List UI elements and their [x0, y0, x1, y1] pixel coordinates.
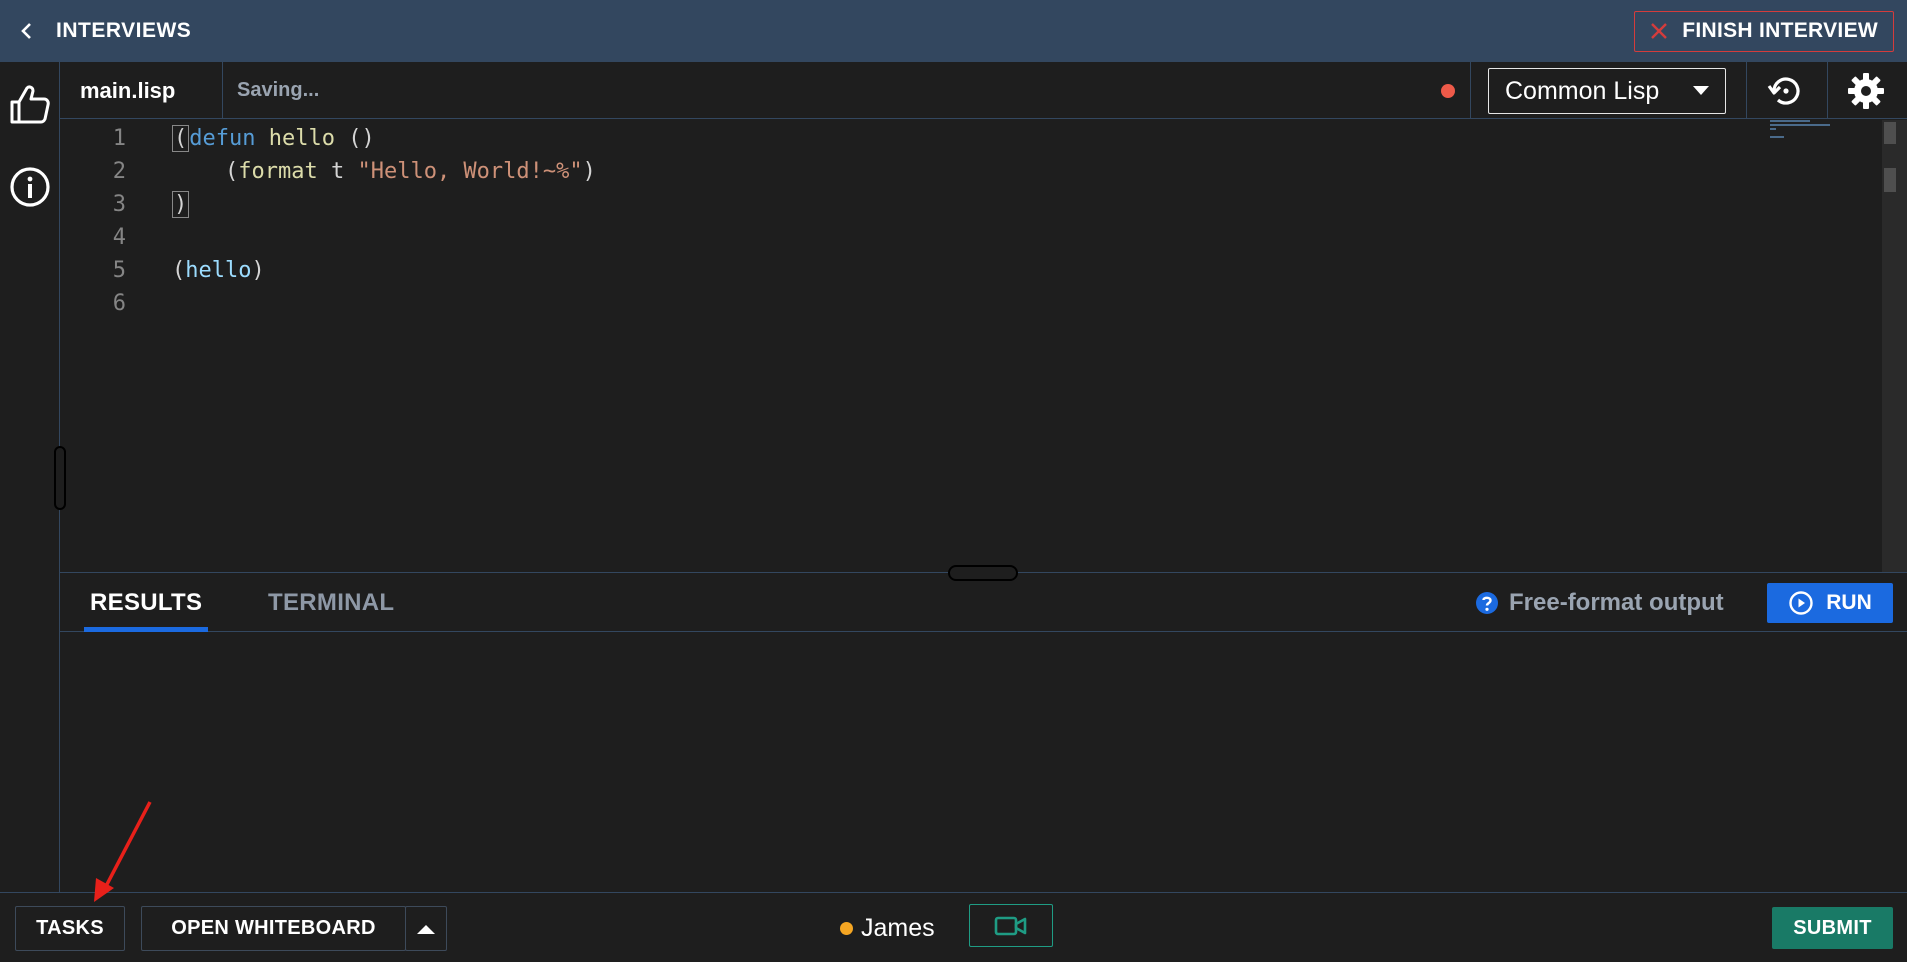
- history-reset-icon: [1767, 77, 1800, 105]
- info-icon: [10, 167, 50, 207]
- reset-code-button[interactable]: [1766, 71, 1806, 111]
- settings-button[interactable]: [1846, 71, 1886, 111]
- code-token: (): [334, 126, 375, 151]
- unsaved-indicator: [1441, 84, 1455, 98]
- header-divider: [1746, 62, 1747, 119]
- line-number: 5: [112, 258, 126, 283]
- info-button[interactable]: [8, 165, 52, 209]
- participant: James: [840, 906, 935, 951]
- matched-paren: (: [172, 125, 190, 152]
- thumbs-up-button[interactable]: [8, 82, 52, 126]
- line-number: 2: [112, 159, 126, 184]
- whiteboard-expand-button[interactable]: [405, 906, 447, 951]
- code-token: (: [172, 258, 186, 283]
- bottom-bar: TASKS OPEN WHITEBOARD James SUBMIT: [0, 892, 1907, 962]
- keyword-token: defun: [189, 126, 256, 151]
- chevron-left-icon: [21, 23, 31, 39]
- code-token: (: [172, 159, 239, 184]
- back-to-interviews[interactable]: INTERVIEWS: [0, 0, 191, 62]
- caret-down-icon: [1693, 86, 1709, 95]
- results-header: RESULTS TERMINAL Free-format output RUN: [60, 572, 1907, 632]
- tasks-button[interactable]: TASKS: [15, 906, 125, 951]
- identifier-token: hello: [185, 258, 252, 283]
- tab-terminal[interactable]: TERMINAL: [268, 573, 394, 632]
- code-token: ): [251, 258, 265, 283]
- participant-name: James: [861, 914, 935, 942]
- submit-label: SUBMIT: [1793, 916, 1872, 939]
- tab-results[interactable]: RESULTS: [83, 573, 209, 632]
- gear-icon: [1848, 73, 1884, 109]
- editor-scrollbar[interactable]: [1882, 120, 1907, 572]
- results-output: [60, 632, 1907, 892]
- finish-interview-label: FINISH INTERVIEW: [1682, 19, 1878, 42]
- header-divider: [1470, 62, 1471, 119]
- back-label: INTERVIEWS: [56, 19, 192, 42]
- video-camera-icon: [994, 916, 1027, 935]
- close-icon: [1651, 23, 1668, 39]
- scrollbar-marker: [1884, 168, 1896, 192]
- horizontal-resize-handle[interactable]: [948, 565, 1018, 581]
- help-icon: [1476, 591, 1498, 614]
- code-line: ): [172, 188, 190, 221]
- left-rail: [0, 62, 60, 892]
- run-label: RUN: [1826, 591, 1872, 614]
- language-select[interactable]: Common Lisp: [1488, 68, 1726, 114]
- tasks-label: TASKS: [36, 917, 104, 939]
- editor-header: main.lisp Saving... Common Lisp: [60, 62, 1907, 119]
- output-mode-label: Free-format output: [1509, 588, 1724, 616]
- matched-paren: ): [172, 191, 190, 218]
- presence-dot: [840, 922, 853, 935]
- finish-interview-button[interactable]: FINISH INTERVIEW: [1634, 10, 1894, 52]
- save-status: Saving...: [237, 79, 320, 101]
- code-minimap[interactable]: [1770, 120, 1870, 160]
- line-number: 6: [112, 291, 126, 316]
- run-button[interactable]: RUN: [1767, 583, 1893, 623]
- code-line: (format t "Hello, World!~%"): [172, 155, 596, 188]
- open-whiteboard-label: OPEN WHITEBOARD: [171, 917, 376, 939]
- file-tab[interactable]: main.lisp: [60, 62, 223, 119]
- header-divider: [1827, 62, 1828, 119]
- function-name-token: hello: [255, 126, 335, 151]
- code-line: (hello): [172, 254, 265, 287]
- code-line: (defun hello (): [172, 122, 375, 155]
- output-mode-help[interactable]: Free-format output: [1475, 573, 1724, 632]
- function-name-token: format: [238, 159, 318, 184]
- submit-button[interactable]: SUBMIT: [1772, 907, 1893, 949]
- video-call-button[interactable]: [969, 904, 1053, 947]
- caret-up-icon: [417, 924, 435, 934]
- line-number: 4: [112, 225, 126, 250]
- thumbs-up-icon: [10, 85, 50, 124]
- top-bar: INTERVIEWS FINISH INTERVIEW: [0, 0, 1907, 62]
- play-circle-icon: [1789, 591, 1813, 615]
- line-number: 1: [112, 126, 126, 151]
- code-token: ): [582, 159, 596, 184]
- language-label: Common Lisp: [1505, 76, 1660, 105]
- code-token: t: [317, 159, 358, 184]
- string-token: "Hello, World!~%": [357, 159, 583, 184]
- code-editor[interactable]: 1 2 3 4 5 6 (defun hello () (format t "H…: [60, 120, 1882, 572]
- scrollbar-thumb[interactable]: [1884, 122, 1896, 144]
- line-number: 3: [112, 192, 126, 217]
- open-whiteboard-button[interactable]: OPEN WHITEBOARD: [141, 906, 406, 951]
